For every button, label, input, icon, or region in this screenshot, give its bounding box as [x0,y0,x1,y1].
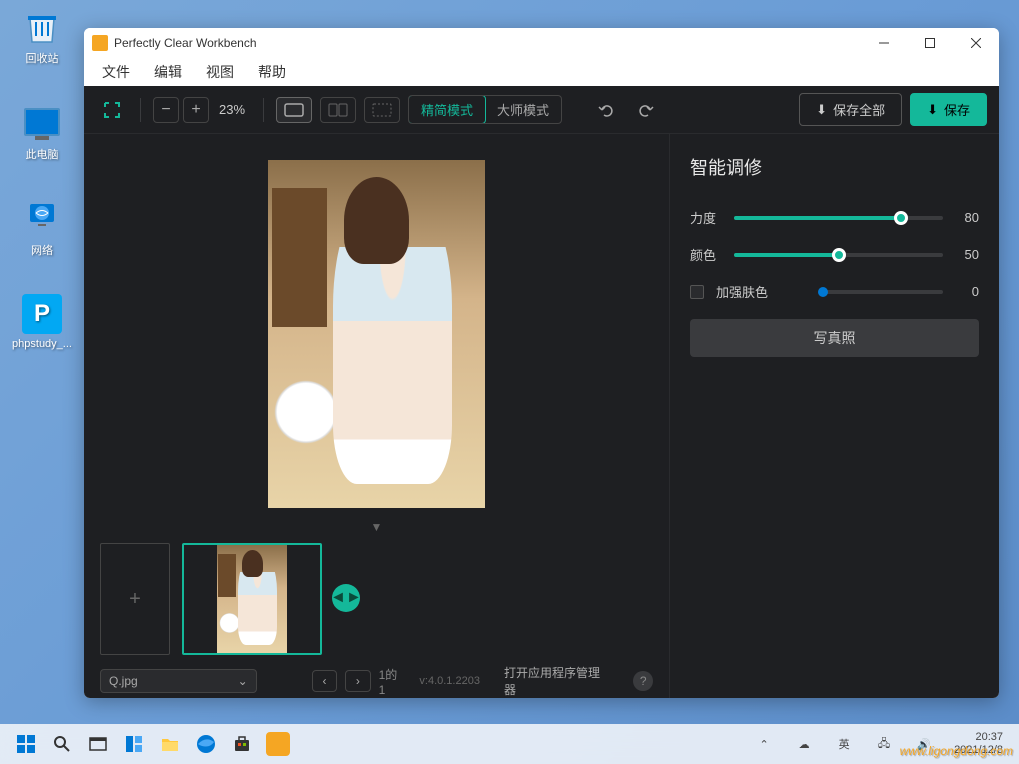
skin-tone-value: 0 [955,284,979,299]
color-slider-row: 颜色 50 [690,245,979,264]
color-value: 50 [955,247,979,262]
edge-button[interactable] [188,726,224,762]
close-button[interactable] [953,28,999,58]
watermark: www.ligongdong.com [900,744,1013,758]
titlebar[interactable]: Perfectly Clear Workbench [84,28,999,58]
phpstudy-icon: P [22,294,62,334]
widgets-button[interactable] [116,726,152,762]
app-taskbar-button[interactable] [260,726,296,762]
mode-simple-button[interactable]: 精简模式 [408,95,486,124]
window-title: Perfectly Clear Workbench [114,36,861,50]
main-photo [268,160,485,508]
monitor-icon [22,102,62,142]
zoom-in-button[interactable]: + [183,97,209,123]
view-split-button[interactable] [320,97,356,123]
canvas-area: ▼ ◄► + Q.jpg [84,134,669,698]
main-area: ▼ ◄► + Q.jpg [84,134,999,698]
thumbnail-strip: + [84,534,669,664]
portrait-button[interactable]: 写真照 [690,319,979,357]
thumbnail-selected[interactable] [182,543,322,655]
redo-button[interactable] [630,94,662,126]
store-button[interactable] [224,726,260,762]
slider-thumb[interactable] [894,211,908,225]
filename-label: Q.jpg [109,674,138,688]
tray-onedrive-icon[interactable]: ☁ [786,726,822,762]
skin-tone-label: 加强肤色 [716,282,811,301]
desktop-phpstudy[interactable]: P phpstudy_... [8,294,76,350]
menu-help[interactable]: 帮助 [248,60,296,84]
menu-view[interactable]: 视图 [196,60,244,84]
desktop-network[interactable]: 网络 [8,198,76,258]
desktop-icon-label: 网络 [31,242,53,258]
mode-group: 精简模式 大师模式 [408,95,562,124]
slider-thumb[interactable] [818,287,828,297]
add-image-button[interactable]: + [100,543,170,655]
skin-tone-row: 加强肤色 0 [690,282,979,301]
strength-slider-row: 力度 80 [690,208,979,227]
play-button[interactable]: ◄► [332,584,360,612]
app-manager-link[interactable]: 打开应用程序管理器 [504,664,610,698]
version-label: v:4.0.1.2203 [419,675,480,687]
tray-chevron-up[interactable]: ⌃ [746,726,782,762]
zoom-group: − + 23% [153,97,251,123]
strength-slider[interactable] [734,216,943,220]
view-compare-button[interactable] [364,97,400,123]
chevron-down-icon: ⌄ [238,674,248,688]
side-panel: 智能调修 力度 80 颜色 50 [669,134,999,698]
image-view[interactable]: ▼ [84,134,669,534]
strength-label: 力度 [690,208,722,227]
skin-tone-slider[interactable] [823,290,943,294]
start-button[interactable] [8,726,44,762]
save-button[interactable]: ⬇保存 [910,93,987,126]
download-icon: ⬇ [927,102,938,118]
help-button[interactable]: ? [633,671,653,691]
desktop-icon-label: 此电脑 [26,146,59,162]
taskbar: ⌃ ☁ 英 🖧 🔊 20:37 2021/12/8 www.ligongdong… [0,724,1019,764]
tray-ime-icon[interactable]: 英 [826,726,862,762]
bottom-bar: Q.jpg ⌄ ‹ › 1的1 v:4.0.1.2203 打开应用程序管理器 ? [84,664,669,698]
strength-value: 80 [955,210,979,225]
crop-button[interactable] [96,94,128,126]
undo-button[interactable] [590,94,622,126]
skin-tone-checkbox[interactable] [690,285,704,299]
menubar: 文件 编辑 视图 帮助 [84,58,999,86]
menu-edit[interactable]: 编辑 [144,60,192,84]
menu-file[interactable]: 文件 [92,60,140,84]
view-single-button[interactable] [276,97,312,123]
triangle-down-icon: ▼ [371,520,383,534]
save-all-button[interactable]: ⬇保存全部 [799,93,902,126]
desktop-icon-label: phpstudy_... [12,338,72,350]
maximize-button[interactable] [907,28,953,58]
network-icon [22,198,62,238]
next-button[interactable]: › [345,670,370,692]
recycle-bin-icon [22,6,62,46]
app-body: − + 23% 精简模式 大师模式 ⬇保存全部 ⬇保存 [84,86,999,698]
separator [263,98,264,122]
time-label: 20:37 [954,731,1003,744]
zoom-out-button[interactable]: − [153,97,179,123]
desktop-this-pc[interactable]: 此电脑 [8,102,76,162]
mode-master-button[interactable]: 大师模式 [485,96,561,123]
color-label: 颜色 [690,245,722,264]
task-view-button[interactable] [80,726,116,762]
toolbar: − + 23% 精简模式 大师模式 ⬇保存全部 ⬇保存 [84,86,999,134]
page-info: 1的1 [379,666,404,697]
panel-title: 智能调修 [690,154,979,180]
download-icon: ⬇ [816,102,827,118]
desktop-icon-label: 回收站 [26,50,59,66]
explorer-button[interactable] [152,726,188,762]
search-button[interactable] [44,726,80,762]
color-slider[interactable] [734,253,943,257]
thumbnail-image [217,545,287,653]
desktop-recycle-bin[interactable]: 回收站 [8,6,76,66]
zoom-level: 23% [219,102,245,117]
app-window: Perfectly Clear Workbench 文件 编辑 视图 帮助 − … [84,28,999,698]
slider-thumb[interactable] [832,248,846,262]
prev-button[interactable]: ‹ [312,670,337,692]
tray-network-icon[interactable]: 🖧 [866,726,902,762]
minimize-button[interactable] [861,28,907,58]
filename-dropdown[interactable]: Q.jpg ⌄ [100,669,257,693]
separator [140,98,141,122]
app-icon [92,35,108,51]
